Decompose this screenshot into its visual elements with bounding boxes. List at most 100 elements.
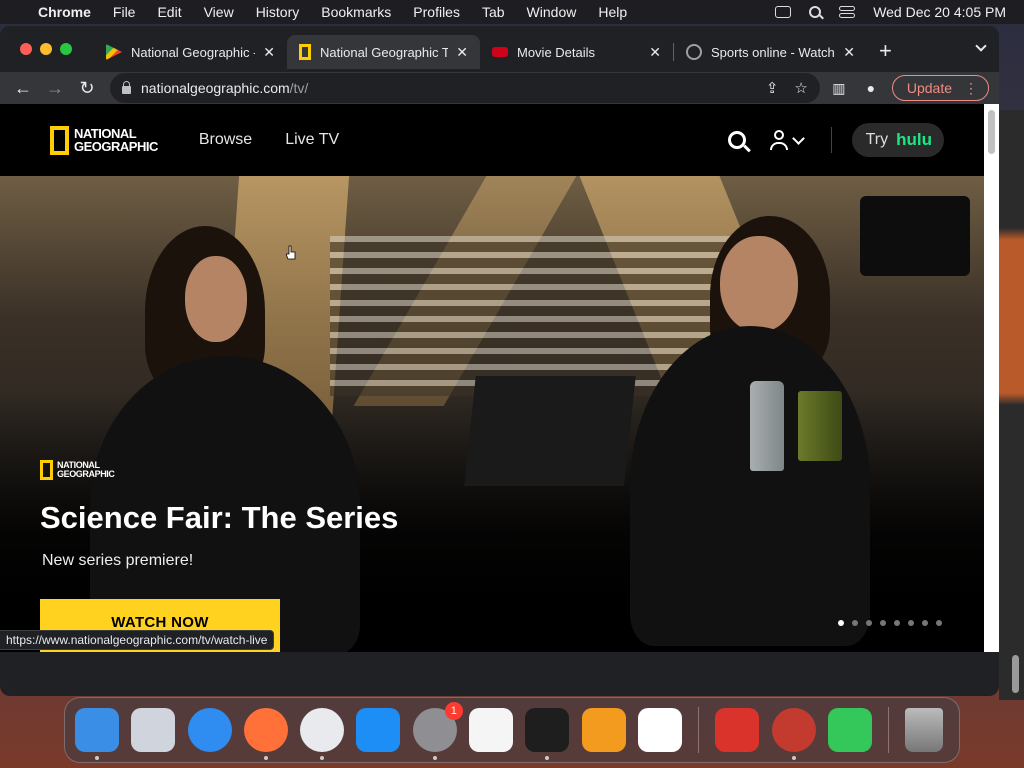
- carousel-dot-6[interactable]: [908, 620, 914, 626]
- menu-view[interactable]: View: [204, 4, 234, 20]
- globe-icon: [686, 44, 702, 60]
- tab-sports-online[interactable]: Sports online - Watch l ✕: [674, 35, 867, 69]
- site-nav: Browse Live TV: [199, 131, 339, 149]
- nav-browse[interactable]: Browse: [199, 131, 252, 149]
- macos-dock: 1: [64, 697, 960, 763]
- carousel-dot-7[interactable]: [922, 620, 928, 626]
- tab-natgeo-tv[interactable]: National Geographic TV ✕: [287, 35, 480, 69]
- close-tab-icon[interactable]: ✕: [456, 44, 468, 61]
- bookmark-star-icon[interactable]: ☆: [794, 79, 807, 97]
- scrollbar-thumb[interactable]: [988, 110, 995, 154]
- carousel-dot-2[interactable]: [852, 620, 858, 626]
- side-panel-icon[interactable]: ▥: [826, 75, 852, 101]
- finder-icon[interactable]: [75, 708, 119, 760]
- natgeo-rectangle-icon: [40, 460, 53, 480]
- try-hulu-button[interactable]: Try hulu: [851, 123, 944, 157]
- close-tab-icon[interactable]: ✕: [649, 44, 661, 61]
- carousel-dot-3[interactable]: [866, 620, 872, 626]
- close-tab-icon[interactable]: ✕: [843, 44, 855, 61]
- kebab-menu-icon[interactable]: ⋮: [964, 80, 978, 97]
- update-label: Update: [906, 80, 952, 96]
- launchpad-icon[interactable]: [131, 708, 176, 752]
- address-bar[interactable]: nationalgeographic.com/tv/ ⇪ ☆: [110, 73, 820, 103]
- new-tab-icon[interactable]: +: [879, 38, 892, 64]
- carousel-dot-1[interactable]: [838, 620, 844, 626]
- forward-arrow-icon[interactable]: →: [42, 75, 68, 101]
- nav-live-tv[interactable]: Live TV: [285, 131, 339, 149]
- system-preferences-icon[interactable]: 1: [412, 702, 463, 760]
- search-icon[interactable]: [727, 131, 746, 149]
- account-menu[interactable]: [769, 130, 805, 150]
- tab-natgeo-play[interactable]: National Geographic - A ✕: [94, 35, 287, 69]
- carousel-dot-8[interactable]: [936, 620, 942, 626]
- reload-icon[interactable]: ↻: [74, 75, 100, 101]
- safari-icon[interactable]: [187, 708, 232, 752]
- lock-icon[interactable]: [122, 81, 131, 94]
- facetime-icon[interactable]: [827, 708, 872, 752]
- garageband-icon[interactable]: [581, 708, 626, 752]
- tab-title: National Geographic TV: [320, 44, 449, 60]
- menubar-clock[interactable]: Wed Dec 20 4:05 PM: [873, 4, 1006, 20]
- fullscreen-window-button[interactable]: [60, 43, 72, 55]
- menu-profiles[interactable]: Profiles: [413, 4, 460, 20]
- running-indicator: [791, 756, 796, 760]
- app-store-icon[interactable]: [356, 708, 401, 752]
- carousel-dot-4[interactable]: [880, 620, 886, 626]
- running-indicator: [432, 756, 437, 760]
- natgeo-icon: [299, 44, 311, 60]
- menu-history[interactable]: History: [256, 4, 300, 20]
- hulu-logo: hulu: [896, 130, 932, 149]
- trash-icon[interactable]: [905, 708, 944, 752]
- chrome-icon[interactable]: [300, 708, 345, 760]
- close-tab-icon[interactable]: ✕: [263, 44, 275, 61]
- page-scrollbar[interactable]: [984, 104, 999, 652]
- tab-title: Movie Details: [517, 44, 596, 60]
- menu-tab[interactable]: Tab: [482, 4, 505, 20]
- running-indicator: [263, 756, 268, 760]
- person-right-face: [720, 236, 798, 332]
- minimize-window-button[interactable]: [40, 43, 52, 55]
- background-scrollbar: [1012, 655, 1019, 693]
- menu-window[interactable]: Window: [527, 4, 577, 20]
- tab-movie-details[interactable]: Movie Details ✕: [480, 35, 673, 69]
- header-divider: [830, 127, 832, 153]
- photo-booth-icon[interactable]: [715, 708, 760, 752]
- share-icon[interactable]: ⇪: [766, 79, 779, 97]
- menu-file[interactable]: File: [113, 4, 136, 20]
- firefox-icon[interactable]: [243, 708, 288, 760]
- vscode-icon[interactable]: [637, 708, 682, 752]
- url-path: /tv/: [289, 80, 309, 96]
- terminal-icon[interactable]: [525, 708, 570, 760]
- background-window-strip: [999, 110, 1024, 700]
- hero-brand-line2: GEOGRAPHIC: [57, 469, 115, 479]
- notification-badge: 1: [444, 702, 463, 720]
- cup: [798, 391, 842, 461]
- carousel-dot-5[interactable]: [894, 620, 900, 626]
- running-indicator: [320, 756, 325, 760]
- back-arrow-icon[interactable]: ←: [10, 75, 36, 101]
- menu-bookmarks[interactable]: Bookmarks: [321, 4, 391, 20]
- water-bottle: [750, 381, 784, 471]
- control-center-icon[interactable]: [839, 6, 856, 18]
- natgeo-logo[interactable]: NATIONAL GEOGRAPHIC: [50, 125, 158, 155]
- webpage: NATIONAL GEOGRAPHIC Browse Live TV Try h…: [0, 104, 984, 652]
- menu-edit[interactable]: Edit: [157, 4, 181, 20]
- directory-utility-icon[interactable]: [771, 708, 816, 760]
- running-indicator: [545, 756, 550, 760]
- profile-icon[interactable]: ●: [858, 75, 884, 101]
- hero-banner[interactable]: NATIONAL GEOGRAPHIC Science Fair: The Se…: [0, 176, 984, 652]
- tab-title: Sports online - Watch l: [711, 44, 836, 60]
- tab-search-chevron-icon[interactable]: [975, 40, 987, 52]
- tab-title: National Geographic - A: [131, 44, 256, 60]
- hero-title: Science Fair: The Series: [40, 500, 399, 535]
- spotlight-search-icon[interactable]: [809, 6, 822, 18]
- textedit-icon[interactable]: [469, 708, 514, 752]
- menu-help[interactable]: Help: [598, 4, 627, 20]
- menu-app-name[interactable]: Chrome: [38, 4, 91, 20]
- close-window-button[interactable]: [20, 43, 32, 55]
- screen-mirroring-icon[interactable]: [775, 6, 792, 18]
- hand-cursor-icon: [286, 245, 296, 260]
- tab-strip: National Geographic - A ✕ National Geogr…: [0, 26, 999, 72]
- update-button[interactable]: Update ⋮: [891, 75, 989, 101]
- studio-light: [860, 196, 970, 276]
